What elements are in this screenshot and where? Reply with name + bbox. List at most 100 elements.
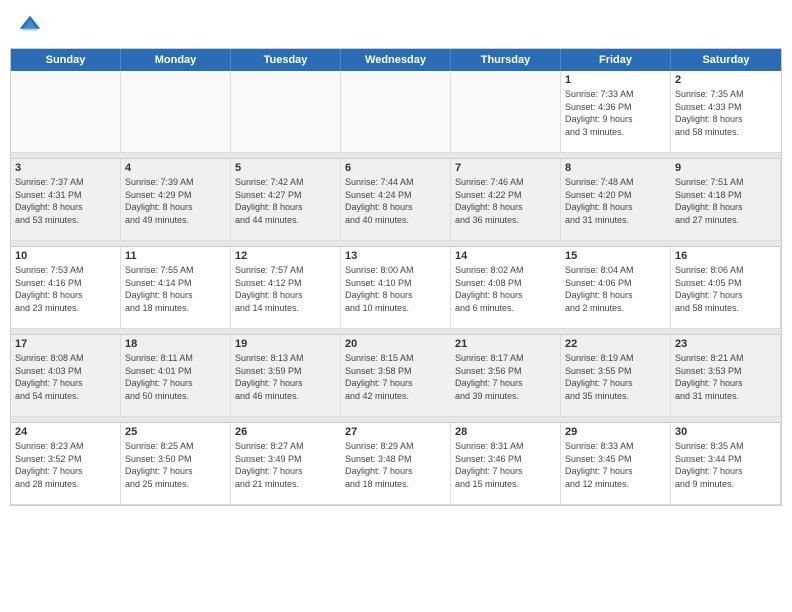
calendar-cell: 21 Sunrise: 8:17 AM Sunset: 3:56 PM Dayli… <box>451 335 561 417</box>
calendar-cell: 1 Sunrise: 7:33 AM Sunset: 4:36 PM Daylig… <box>561 71 671 153</box>
day-info: Sunrise: 8:11 AM Sunset: 4:01 PM Dayligh… <box>125 352 226 402</box>
calendar-cell: 7 Sunrise: 7:46 AM Sunset: 4:22 PM Daylig… <box>451 159 561 241</box>
day-number: 15 <box>565 250 666 262</box>
day-info: Sunrise: 8:02 AM Sunset: 4:08 PM Dayligh… <box>455 264 557 314</box>
calendar-header-cell: Tuesday <box>231 49 341 71</box>
day-number: 13 <box>345 250 446 262</box>
calendar-cell: 10Sunrise: 7:53 AM Sunset: 4:16 PM Dayli… <box>11 247 121 329</box>
calendar-cell: 4 Sunrise: 7:39 AM Sunset: 4:29 PM Daylig… <box>121 159 231 241</box>
day-number: 22 <box>565 338 666 350</box>
day-number: 29 <box>565 426 666 438</box>
day-info: Sunrise: 7:55 AM Sunset: 4:14 PM Dayligh… <box>125 264 226 314</box>
calendar-cell <box>11 71 121 153</box>
day-info: Sunrise: 7:48 AM Sunset: 4:20 PM Dayligh… <box>565 176 667 226</box>
calendar-cell: 29 Sunrise: 8:33 AM Sunset: 3:45 PM Dayli… <box>561 423 671 505</box>
calendar-cell <box>121 71 231 153</box>
calendar-cell: 14 Sunrise: 8:02 AM Sunset: 4:08 PM Dayli… <box>451 247 561 329</box>
day-number: 11 <box>125 250 226 262</box>
calendar-cell: 12 Sunrise: 7:57 AM Sunset: 4:12 PM Dayli… <box>231 247 341 329</box>
day-number: 8 <box>565 162 667 174</box>
day-info: Sunrise: 8:13 AM Sunset: 3:59 PM Dayligh… <box>235 352 336 402</box>
day-number: 14 <box>455 250 557 262</box>
calendar-header-cell: Saturday <box>671 49 781 71</box>
day-info: Sunrise: 7:46 AM Sunset: 4:22 PM Dayligh… <box>455 176 556 226</box>
day-info: Sunrise: 8:21 AM Sunset: 3:53 PM Dayligh… <box>675 352 776 402</box>
day-info: Sunrise: 7:35 AM Sunset: 4:33 PM Dayligh… <box>675 88 777 138</box>
calendar: SundayMondayTuesdayWednesdayThursdayFrid… <box>10 48 782 506</box>
day-number: 17 <box>15 338 116 350</box>
calendar-header-cell: Monday <box>121 49 231 71</box>
calendar-cell: 16Sunrise: 8:06 AM Sunset: 4:05 PM Dayli… <box>671 247 781 329</box>
day-info: Sunrise: 8:19 AM Sunset: 3:55 PM Dayligh… <box>565 352 666 402</box>
day-info: Sunrise: 7:37 AM Sunset: 4:31 PM Dayligh… <box>15 176 116 226</box>
calendar-cell <box>341 71 451 153</box>
day-number: 5 <box>235 162 336 174</box>
day-info: Sunrise: 8:15 AM Sunset: 3:58 PM Dayligh… <box>345 352 447 402</box>
calendar-cell: 25 Sunrise: 8:25 AM Sunset: 3:50 PM Dayli… <box>121 423 231 505</box>
day-info: Sunrise: 7:57 AM Sunset: 4:12 PM Dayligh… <box>235 264 336 314</box>
calendar-grid: 1 Sunrise: 7:33 AM Sunset: 4:36 PM Daylig… <box>11 71 781 505</box>
page-container: SundayMondayTuesdayWednesdayThursdayFrid… <box>0 0 792 506</box>
day-number: 1 <box>565 74 666 86</box>
day-info: Sunrise: 8:04 AM Sunset: 4:06 PM Dayligh… <box>565 264 666 314</box>
calendar-cell: 30 Sunrise: 8:35 AM Sunset: 3:44 PM Dayli… <box>671 423 781 505</box>
day-info: Sunrise: 8:25 AM Sunset: 3:50 PM Dayligh… <box>125 440 226 490</box>
day-number: 2 <box>675 74 777 86</box>
day-info: Sunrise: 7:51 AM Sunset: 4:18 PM Dayligh… <box>675 176 776 226</box>
calendar-cell: 11 Sunrise: 7:55 AM Sunset: 4:14 PM Dayli… <box>121 247 231 329</box>
calendar-header-cell: Friday <box>561 49 671 71</box>
calendar-cell: 20 Sunrise: 8:15 AM Sunset: 3:58 PM Dayli… <box>341 335 451 417</box>
day-number: 12 <box>235 250 336 262</box>
calendar-cell: 15 Sunrise: 8:04 AM Sunset: 4:06 PM Dayli… <box>561 247 671 329</box>
day-number: 24 <box>15 426 116 438</box>
day-number: 25 <box>125 426 226 438</box>
day-info: Sunrise: 8:29 AM Sunset: 3:48 PM Dayligh… <box>345 440 446 490</box>
day-info: Sunrise: 8:23 AM Sunset: 3:52 PM Dayligh… <box>15 440 116 490</box>
day-info: Sunrise: 8:31 AM Sunset: 3:46 PM Dayligh… <box>455 440 556 490</box>
day-number: 10 <box>15 250 116 262</box>
day-info: Sunrise: 7:42 AM Sunset: 4:27 PM Dayligh… <box>235 176 336 226</box>
header <box>0 0 792 48</box>
calendar-cell: 28Sunrise: 8:31 AM Sunset: 3:46 PM Dayli… <box>451 423 561 505</box>
day-number: 4 <box>125 162 226 174</box>
day-number: 21 <box>455 338 556 350</box>
logo-icon <box>16 12 44 40</box>
day-number: 18 <box>125 338 226 350</box>
calendar-header-cell: Wednesday <box>341 49 451 71</box>
calendar-header: SundayMondayTuesdayWednesdayThursdayFrid… <box>11 49 781 71</box>
logo <box>16 12 48 40</box>
day-number: 20 <box>345 338 447 350</box>
calendar-cell: 5 Sunrise: 7:42 AM Sunset: 4:27 PM Daylig… <box>231 159 341 241</box>
day-number: 3 <box>15 162 116 174</box>
calendar-cell: 24 Sunrise: 8:23 AM Sunset: 3:52 PM Dayli… <box>11 423 121 505</box>
calendar-cell: 27 Sunrise: 8:29 AM Sunset: 3:48 PM Dayli… <box>341 423 451 505</box>
day-number: 9 <box>675 162 776 174</box>
calendar-cell: 9 Sunrise: 7:51 AM Sunset: 4:18 PM Daylig… <box>671 159 781 241</box>
day-number: 6 <box>345 162 446 174</box>
calendar-cell: 19 Sunrise: 8:13 AM Sunset: 3:59 PM Dayli… <box>231 335 341 417</box>
day-info: Sunrise: 8:08 AM Sunset: 4:03 PM Dayligh… <box>15 352 116 402</box>
day-info: Sunrise: 8:06 AM Sunset: 4:05 PM Dayligh… <box>675 264 776 314</box>
day-info: Sunrise: 7:39 AM Sunset: 4:29 PM Dayligh… <box>125 176 226 226</box>
day-number: 30 <box>675 426 776 438</box>
day-info: Sunrise: 8:35 AM Sunset: 3:44 PM Dayligh… <box>675 440 776 490</box>
calendar-header-cell: Sunday <box>11 49 121 71</box>
calendar-cell: 23Sunrise: 8:21 AM Sunset: 3:53 PM Dayli… <box>671 335 781 417</box>
calendar-cell: 6 Sunrise: 7:44 AM Sunset: 4:24 PM Daylig… <box>341 159 451 241</box>
day-number: 7 <box>455 162 556 174</box>
calendar-cell: 26Sunrise: 8:27 AM Sunset: 3:49 PM Dayli… <box>231 423 341 505</box>
day-info: Sunrise: 7:44 AM Sunset: 4:24 PM Dayligh… <box>345 176 446 226</box>
day-info: Sunrise: 8:17 AM Sunset: 3:56 PM Dayligh… <box>455 352 556 402</box>
day-number: 19 <box>235 338 336 350</box>
day-info: Sunrise: 8:33 AM Sunset: 3:45 PM Dayligh… <box>565 440 666 490</box>
day-info: Sunrise: 7:33 AM Sunset: 4:36 PM Dayligh… <box>565 88 666 138</box>
calendar-cell: 8 Sunrise: 7:48 AM Sunset: 4:20 PM Daylig… <box>561 159 671 241</box>
calendar-cell <box>451 71 561 153</box>
day-number: 26 <box>235 426 337 438</box>
day-info: Sunrise: 8:00 AM Sunset: 4:10 PM Dayligh… <box>345 264 446 314</box>
calendar-cell: 17 Sunrise: 8:08 AM Sunset: 4:03 PM Dayli… <box>11 335 121 417</box>
calendar-cell <box>231 71 341 153</box>
calendar-header-cell: Thursday <box>451 49 561 71</box>
calendar-cell: 3 Sunrise: 7:37 AM Sunset: 4:31 PM Daylig… <box>11 159 121 241</box>
day-number: 27 <box>345 426 446 438</box>
